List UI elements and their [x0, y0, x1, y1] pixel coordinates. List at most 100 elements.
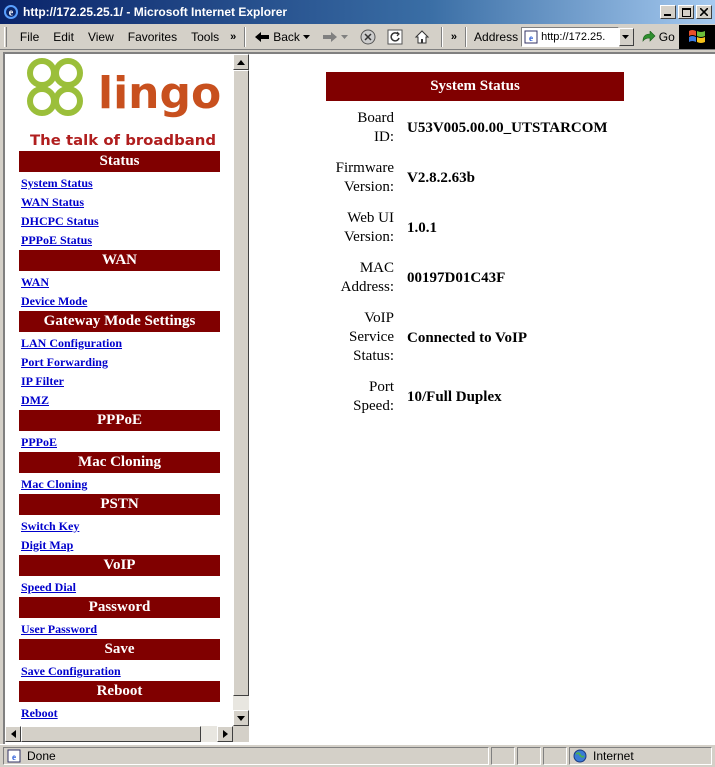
web-ui-version-label: Web UI Version: [314, 209, 394, 247]
arrow-down-icon [237, 715, 245, 721]
left-nav-frame: lingo The talk of broadband Status Syste… [5, 54, 250, 744]
back-button[interactable]: Back [250, 30, 318, 44]
toolbar-separator [244, 26, 247, 47]
frame-divider[interactable] [249, 54, 250, 744]
nav-section-status: Status [19, 151, 220, 172]
lingo-logo: lingo The talk of broadband [27, 58, 220, 149]
home-button[interactable] [410, 29, 437, 45]
minimize-icon [664, 14, 671, 16]
nav-link-mac-cloning[interactable]: Mac Cloning [21, 477, 87, 492]
label-line: Speed: [353, 398, 394, 414]
close-button[interactable] [696, 5, 712, 19]
nav-link-dhcpc-status[interactable]: DHCPC Status [21, 214, 99, 229]
arrow-up-icon [237, 59, 245, 65]
toolbar-separator [440, 26, 443, 47]
label-line: Board [357, 110, 394, 126]
vertical-scroll-thumb[interactable] [233, 70, 249, 696]
scroll-left-button[interactable] [5, 726, 21, 742]
forward-button[interactable] [318, 31, 356, 43]
address-label: Address [474, 29, 519, 44]
nav-section-pstn: PSTN [19, 494, 220, 515]
nav-link-wan[interactable]: WAN [21, 275, 49, 290]
mac-address-value: 00197D01C43F [407, 270, 506, 286]
board-id-label: Board ID: [314, 109, 394, 147]
firmware-version-label: Firmware Version: [314, 159, 394, 197]
menu-edit[interactable]: Edit [46, 30, 81, 44]
main-content-frame: System Status Board ID: U53V005.00.00_UT… [252, 54, 715, 744]
stop-button[interactable] [356, 29, 383, 45]
nav-link-lan-configuration[interactable]: LAN Configuration [21, 336, 122, 351]
nav-link-user-password[interactable]: User Password [21, 622, 97, 637]
menu-favorites[interactable]: Favorites [121, 30, 184, 44]
scroll-right-button[interactable] [217, 726, 233, 742]
nav-section-wan: WAN [19, 250, 220, 271]
security-zone-panel: Internet [569, 747, 712, 765]
back-label: Back [273, 29, 300, 44]
nav-link-save-configuration[interactable]: Save Configuration [21, 664, 121, 679]
nav-vertical-scrollbar[interactable] [233, 54, 249, 726]
nav-section-gateway-mode-settings: Gateway Mode Settings [19, 311, 220, 332]
nav-link-system-status[interactable]: System Status [21, 176, 93, 191]
forward-arrow-icon [322, 31, 337, 42]
arrow-right-icon [222, 730, 228, 738]
window-title: http://172.25.25.1/ - Microsoft Internet… [23, 5, 288, 19]
label-line: Service [349, 329, 394, 345]
nav-horizontal-scrollbar[interactable] [5, 726, 233, 742]
label-line: Status: [353, 348, 394, 364]
close-icon [700, 8, 708, 16]
status-text: Done [27, 749, 56, 763]
page-icon: e [524, 30, 538, 43]
label-line: ID: [374, 129, 394, 145]
label-line: Address: [340, 279, 394, 295]
nav-panel: lingo The talk of broadband Status Syste… [5, 54, 233, 726]
address-input[interactable]: e http://172.25. [521, 26, 620, 47]
windows-flag-icon [688, 29, 705, 43]
svg-text:e: e [12, 752, 16, 762]
chevron-down-icon [622, 34, 630, 39]
back-arrow-icon [255, 31, 270, 42]
voip-service-status-label: VoIP Service Status: [314, 309, 394, 366]
home-icon [414, 29, 430, 43]
logo-brand: lingo [98, 68, 220, 119]
maximize-button[interactable] [678, 5, 694, 19]
nav-section-password: Password [19, 597, 220, 618]
refresh-button[interactable] [383, 29, 410, 45]
scroll-up-button[interactable] [233, 54, 249, 70]
status-panel [491, 747, 515, 765]
nav-link-reboot[interactable]: Reboot [21, 706, 58, 721]
nav-link-device-mode[interactable]: Device Mode [21, 294, 87, 309]
menu-overflow-chevron[interactable]: » [226, 31, 240, 43]
nav-link-dmz[interactable]: DMZ [21, 393, 49, 408]
go-arrow-icon [642, 30, 656, 42]
menu-view[interactable]: View [81, 30, 121, 44]
ie-icon: e [4, 5, 18, 19]
scroll-down-button[interactable] [233, 710, 249, 726]
port-speed-label: Port Speed: [314, 378, 394, 416]
nav-link-wan-status[interactable]: WAN Status [21, 195, 84, 210]
lingo-clover-icon [27, 58, 83, 116]
nav-link-ip-filter[interactable]: IP Filter [21, 374, 64, 389]
nav-link-port-forwarding[interactable]: Port Forwarding [21, 355, 108, 370]
nav-section-pppoe: PPPoE [19, 410, 220, 431]
toolbar-grip [4, 26, 7, 47]
nav-section-mac-cloning: Mac Cloning [19, 452, 220, 473]
toolbar-overflow-chevron[interactable]: » [447, 31, 461, 43]
horizontal-scroll-thumb[interactable] [21, 726, 201, 742]
label-line: Web UI [347, 210, 394, 226]
address-dropdown-button[interactable] [619, 27, 634, 46]
nav-link-digit-map[interactable]: Digit Map [21, 538, 73, 553]
logo-tagline: The talk of broadband [30, 133, 216, 149]
nav-link-switch-key[interactable]: Switch Key [21, 519, 79, 534]
menu-tools[interactable]: Tools [184, 30, 226, 44]
minimize-button[interactable] [660, 5, 676, 19]
nav-link-pppoe[interactable]: PPPoE [21, 435, 57, 450]
menu-file[interactable]: File [13, 30, 46, 44]
globe-icon [573, 749, 587, 763]
nav-link-speed-dial[interactable]: Speed Dial [21, 580, 76, 595]
chevron-down-icon [340, 34, 348, 39]
label-line: Port [368, 379, 394, 395]
toolbar-separator [465, 26, 468, 47]
go-button[interactable]: Go [638, 30, 679, 44]
nav-link-pppoe-status[interactable]: PPPoE Status [21, 233, 92, 248]
menu-toolbar-row: File Edit View Favorites Tools » Back » … [0, 24, 715, 50]
